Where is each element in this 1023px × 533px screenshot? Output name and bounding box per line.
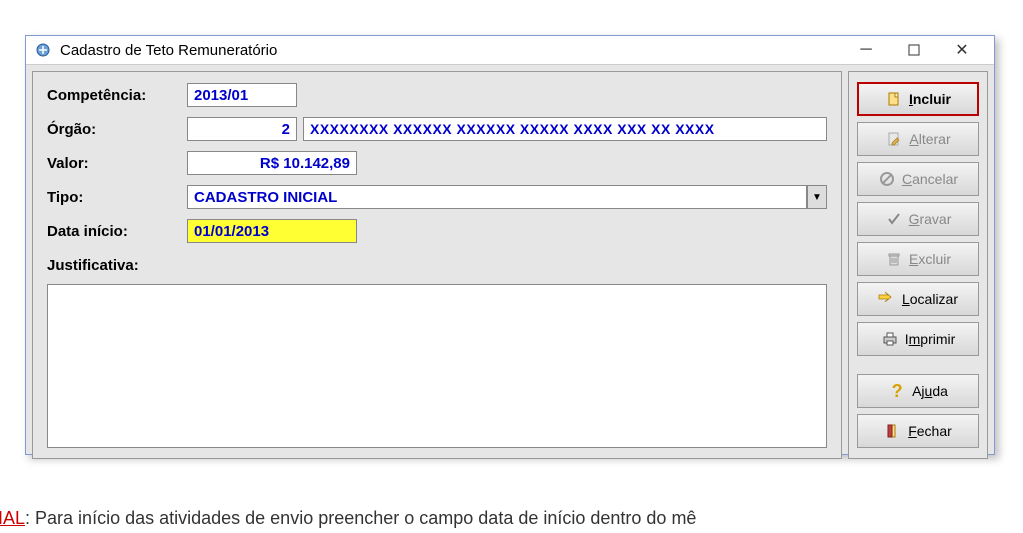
alterar-label: Alterar [909, 131, 950, 147]
label-justificativa: Justificativa: [47, 257, 139, 274]
imprimir-button[interactable]: Imprimir [857, 322, 979, 356]
data-inicio-field[interactable]: 01/01/2013 [187, 219, 357, 243]
pointer-icon [878, 290, 896, 308]
maximize-button[interactable] [890, 36, 938, 64]
cancelar-button[interactable]: Cancelar [857, 162, 979, 196]
alterar-button[interactable]: Alterar [857, 122, 979, 156]
label-data-inicio: Data início: [47, 223, 187, 240]
excluir-button[interactable]: Excluir [857, 242, 979, 276]
ajuda-label: Ajuda [912, 383, 948, 399]
minimize-button[interactable]: ─ [842, 36, 890, 64]
fechar-label: Fechar [908, 423, 952, 439]
form-panel: Competência: 2013/01 Órgão: 2 XXXXXXXX X… [32, 71, 842, 459]
fechar-button[interactable]: Fechar [857, 414, 979, 448]
valor-field[interactable]: R$ 10.142,89 [187, 151, 357, 175]
label-orgao: Órgão: [47, 121, 187, 138]
row-data-inicio: Data início: 01/01/2013 [47, 218, 827, 244]
dialog-window: Cadastro de Teto Remuneratório ─ ✕ Compe… [25, 35, 995, 455]
combo-dropdown-button[interactable]: ▼ [807, 185, 827, 209]
footer-main: : Para início das atividades de envio pr… [25, 508, 696, 528]
orgao-num-field[interactable]: 2 [187, 117, 297, 141]
incluir-button[interactable]: Incluir [857, 82, 979, 116]
gravar-label: Gravar [909, 211, 952, 227]
ajuda-button[interactable]: ? Ajuda [857, 374, 979, 408]
row-competencia: Competência: 2013/01 [47, 82, 827, 108]
check-icon [885, 210, 903, 228]
titlebar: Cadastro de Teto Remuneratório ─ ✕ [26, 36, 994, 65]
row-orgao: Órgão: 2 XXXXXXXX XXXXXX XXXXXX XXXXX XX… [47, 116, 827, 142]
window-title: Cadastro de Teto Remuneratório [60, 42, 842, 59]
label-tipo: Tipo: [47, 189, 187, 206]
app-icon [34, 41, 52, 59]
localizar-button[interactable]: Localizar [857, 282, 979, 316]
close-window-button[interactable]: ✕ [938, 36, 986, 64]
cancel-icon [878, 170, 896, 188]
button-panel: Incluir Alterar Cancelar Gravar [848, 71, 988, 459]
row-tipo: Tipo: CADASTRO INICIAL ▼ [47, 184, 827, 210]
label-competencia: Competência: [47, 87, 187, 104]
footer-red: RO INICIAL [0, 508, 25, 528]
trash-icon [885, 250, 903, 268]
document-new-icon [885, 90, 903, 108]
tipo-combo[interactable]: CADASTRO INICIAL ▼ [187, 185, 827, 209]
window-body: Competência: 2013/01 Órgão: 2 XXXXXXXX X… [26, 65, 994, 465]
excluir-label: Excluir [909, 251, 951, 267]
cancelar-label: Cancelar [902, 171, 958, 187]
orgao-desc-field: XXXXXXXX XXXXXX XXXXXX XXXXX XXXX XXX XX… [303, 117, 827, 141]
imprimir-label: Imprimir [905, 331, 956, 347]
gravar-button[interactable]: Gravar [857, 202, 979, 236]
justificativa-textarea[interactable] [47, 284, 827, 448]
row-valor: Valor: R$ 10.142,89 [47, 150, 827, 176]
door-exit-icon [884, 422, 902, 440]
help-icon: ? [888, 382, 906, 400]
titlebar-controls: ─ ✕ [842, 36, 986, 64]
competencia-field[interactable]: 2013/01 [187, 83, 297, 107]
incluir-label: Incluir [909, 91, 951, 107]
footer-text: RO INICIAL: Para início das atividades d… [0, 508, 1023, 529]
row-justificativa-label: Justificativa: [47, 252, 827, 278]
label-valor: Valor: [47, 155, 187, 172]
localizar-label: Localizar [902, 291, 958, 307]
tipo-field[interactable]: CADASTRO INICIAL [187, 185, 807, 209]
printer-icon [881, 330, 899, 348]
document-edit-icon [885, 130, 903, 148]
